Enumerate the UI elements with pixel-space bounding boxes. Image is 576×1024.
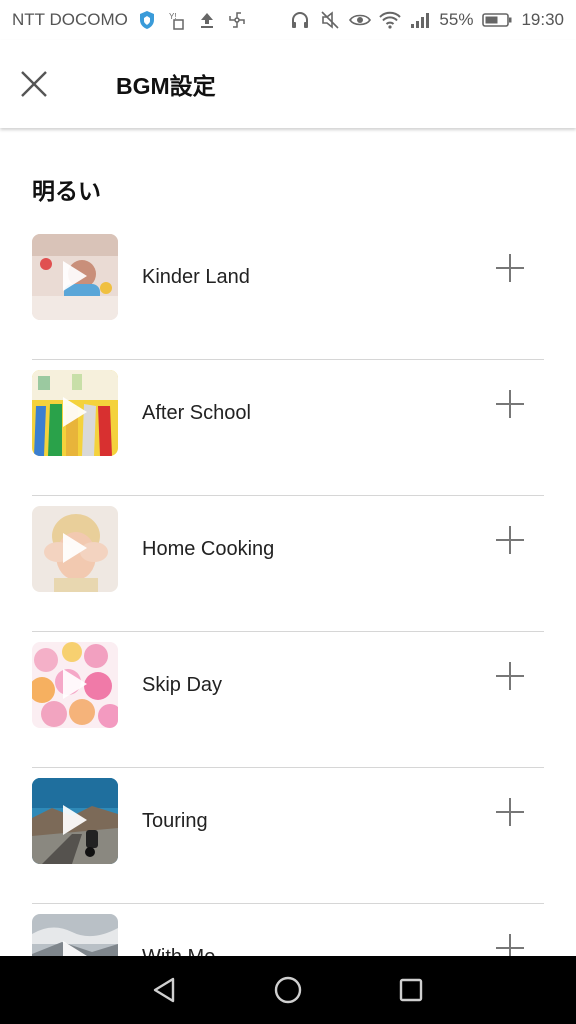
system-nav-bar xyxy=(0,956,576,1024)
play-icon xyxy=(63,805,87,835)
signal-icon xyxy=(409,9,431,31)
plus-icon xyxy=(496,934,524,956)
bgm-list-container[interactable]: 明るい Kinder Land After School Home Cookin… xyxy=(0,128,576,956)
recents-square-icon xyxy=(399,978,422,1002)
nav-home-button[interactable] xyxy=(258,960,318,1020)
close-icon xyxy=(21,71,47,97)
headphones-icon xyxy=(289,9,311,31)
pinwheel-icon xyxy=(226,9,248,31)
add-track-button[interactable] xyxy=(488,246,532,290)
track-title: Home Cooking xyxy=(142,538,275,560)
track-row-home-cooking[interactable]: Home Cooking xyxy=(0,496,576,632)
track-title: Skip Day xyxy=(142,674,223,696)
add-track-button[interactable] xyxy=(488,518,532,562)
track-thumbnail[interactable] xyxy=(32,778,118,864)
track-list: Kinder Land After School Home Cooking Sk… xyxy=(0,224,576,956)
plus-icon xyxy=(496,254,524,282)
play-icon xyxy=(63,261,87,291)
carrier-name: NTT DOCOMO xyxy=(12,10,128,29)
home-circle-icon xyxy=(274,976,302,1004)
sim-icon: Y! xyxy=(166,9,188,31)
add-track-button[interactable] xyxy=(488,382,532,426)
play-icon xyxy=(63,397,87,427)
battery-icon xyxy=(481,9,513,31)
clock: 19:30 xyxy=(521,10,564,29)
track-title: With Me xyxy=(142,946,215,956)
add-track-button[interactable] xyxy=(488,654,532,698)
status-bar: NTT DOCOMO Y! 55% 19:30 xyxy=(0,0,576,40)
track-row-with-me[interactable]: With Me xyxy=(0,904,576,956)
track-thumbnail[interactable] xyxy=(32,642,118,728)
upload-icon xyxy=(196,9,218,31)
track-title: Touring xyxy=(142,810,208,832)
eye-icon xyxy=(349,9,372,31)
nav-recents-button[interactable] xyxy=(381,960,441,1020)
track-row-kinder-land[interactable]: Kinder Land xyxy=(0,224,576,360)
play-icon xyxy=(63,941,87,956)
app-header: BGM設定 xyxy=(0,40,576,128)
track-thumbnail[interactable] xyxy=(32,914,118,956)
nav-back-button[interactable] xyxy=(135,960,195,1020)
track-row-after-school[interactable]: After School xyxy=(0,360,576,496)
play-icon xyxy=(63,669,87,699)
wifi-icon xyxy=(379,9,402,31)
battery-percent: 55% xyxy=(439,10,474,29)
track-row-skip-day[interactable]: Skip Day xyxy=(0,632,576,768)
mute-icon xyxy=(319,9,341,31)
track-thumbnail[interactable] xyxy=(32,370,118,456)
plus-icon xyxy=(496,662,524,690)
plus-icon xyxy=(496,526,524,554)
close-button[interactable] xyxy=(4,54,64,114)
track-thumbnail[interactable] xyxy=(32,506,118,592)
add-track-button[interactable] xyxy=(488,790,532,834)
track-title: After School xyxy=(142,402,251,424)
section-title: 明るい xyxy=(32,178,101,204)
track-title: Kinder Land xyxy=(142,266,250,288)
track-thumbnail[interactable] xyxy=(32,234,118,320)
play-icon xyxy=(63,533,87,563)
back-triangle-icon xyxy=(154,977,175,1003)
plus-icon xyxy=(496,798,524,826)
track-row-touring[interactable]: Touring xyxy=(0,768,576,904)
page-title: BGM設定 xyxy=(116,73,216,99)
add-track-button[interactable] xyxy=(488,926,532,956)
plus-icon xyxy=(496,390,524,418)
shield-icon xyxy=(136,9,158,31)
